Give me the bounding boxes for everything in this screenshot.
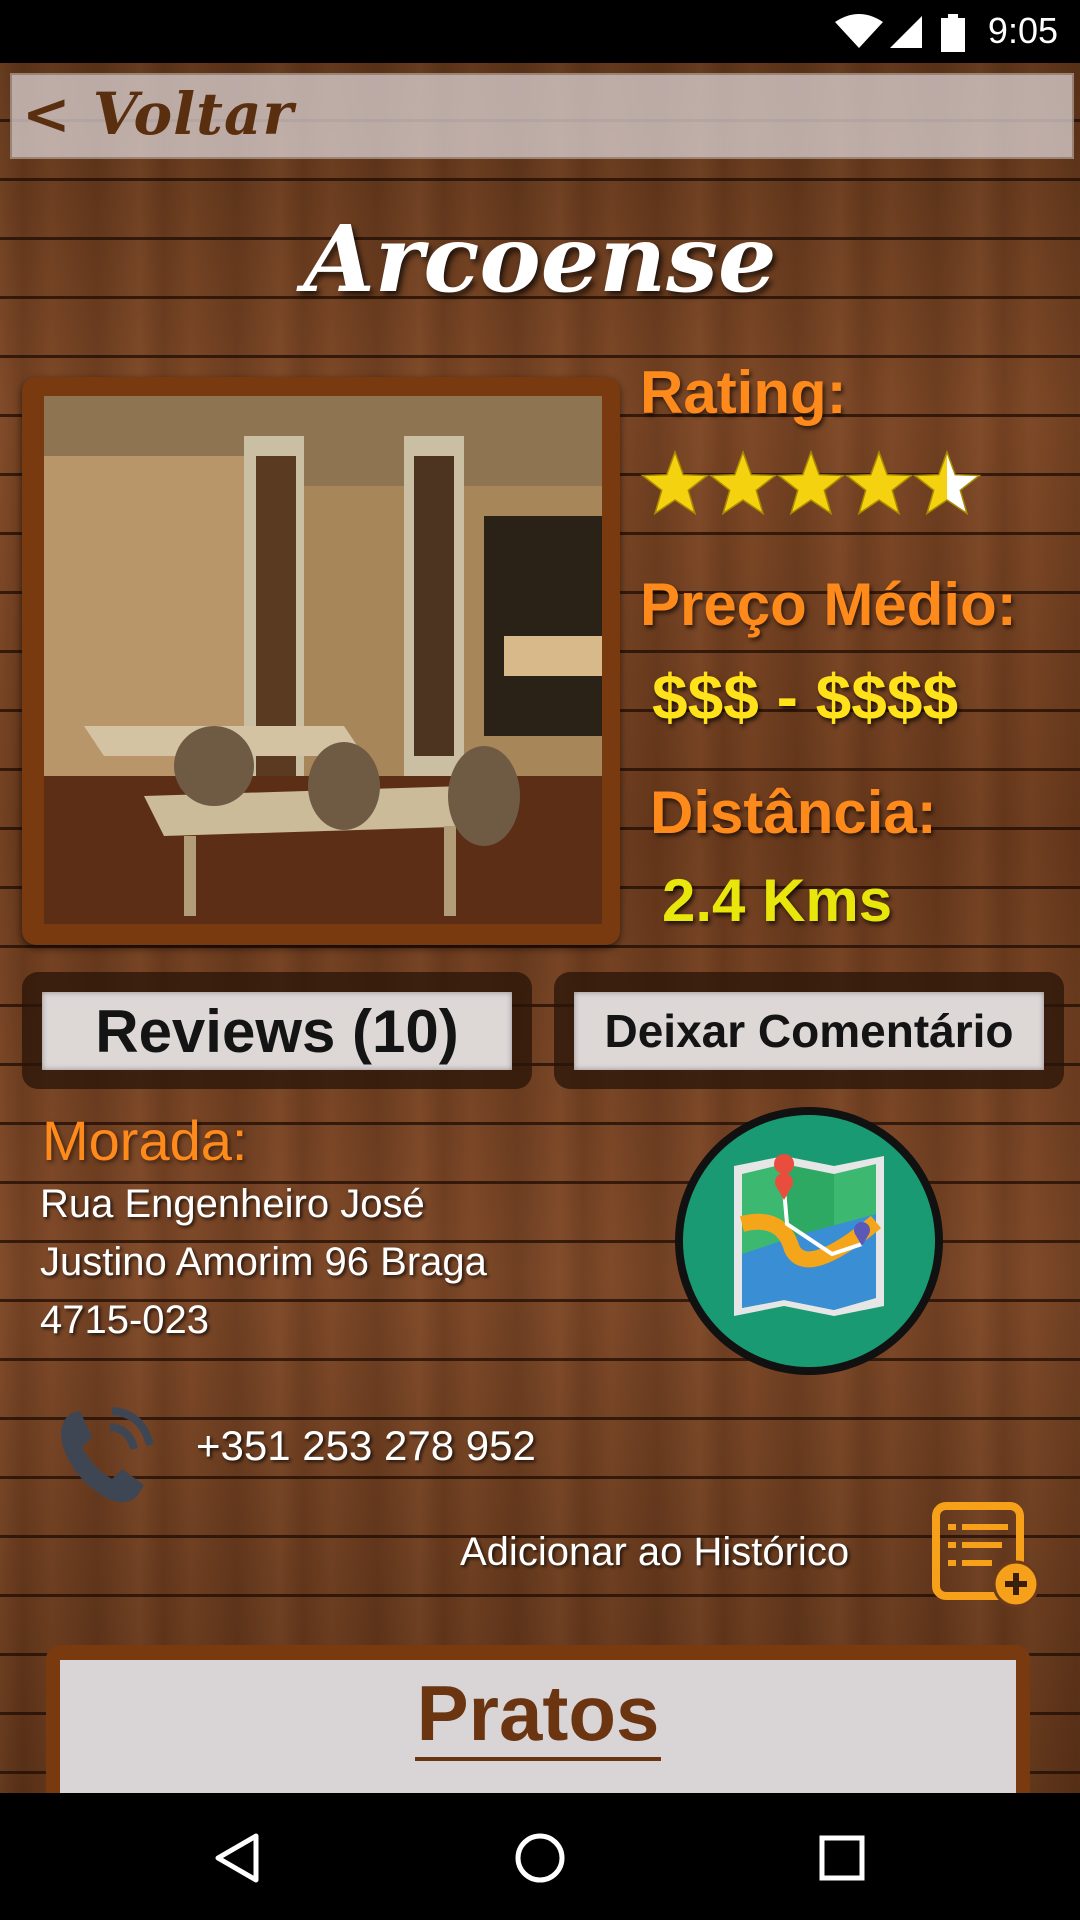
back-button[interactable]: < Voltar [22,80,294,148]
signal-icon [890,16,922,48]
add-history-icon[interactable] [932,1502,1042,1610]
rating-star [640,450,710,516]
rating-star [912,450,982,516]
reviews-button[interactable]: Reviews (10) [42,992,512,1070]
phone-number[interactable]: +351 253 278 952 [196,1422,536,1470]
pratos-heading[interactable]: Pratos [60,1668,1016,1761]
address-label: Morada: [42,1109,248,1172]
map-icon[interactable] [672,1104,946,1378]
address-line: Rua Engenheiro José [40,1182,425,1226]
back-icon[interactable] [198,1818,278,1898]
rating-star [708,450,778,516]
restaurant-photo [44,396,602,924]
battery-icon [941,14,965,52]
home-icon[interactable] [500,1818,580,1898]
rating-stars [640,450,982,516]
address-line: Justino Amorim 96 Braga [40,1240,487,1284]
rating-label: Rating: [640,359,847,426]
pratos-heading-text: Pratos [414,1669,662,1761]
leave-comment-button[interactable]: Deixar Comentário [574,992,1044,1070]
distance-label: Distância: [650,779,937,846]
address-line: 4715-023 [40,1298,210,1342]
phone-icon[interactable] [50,1395,165,1510]
recents-icon[interactable] [802,1818,882,1898]
distance-value: 2.4 Kms [662,867,893,934]
restaurant-title: Arcoense [303,205,777,313]
rating-star [776,450,846,516]
status-time: 9:05 [987,10,1058,51]
rating-star [844,450,914,516]
add-history-label[interactable]: Adicionar ao Histórico [460,1530,849,1575]
price-value: $$$ - $$$$ [652,661,959,733]
wifi-icon [835,14,883,48]
price-label: Preço Médio: [640,571,1017,638]
